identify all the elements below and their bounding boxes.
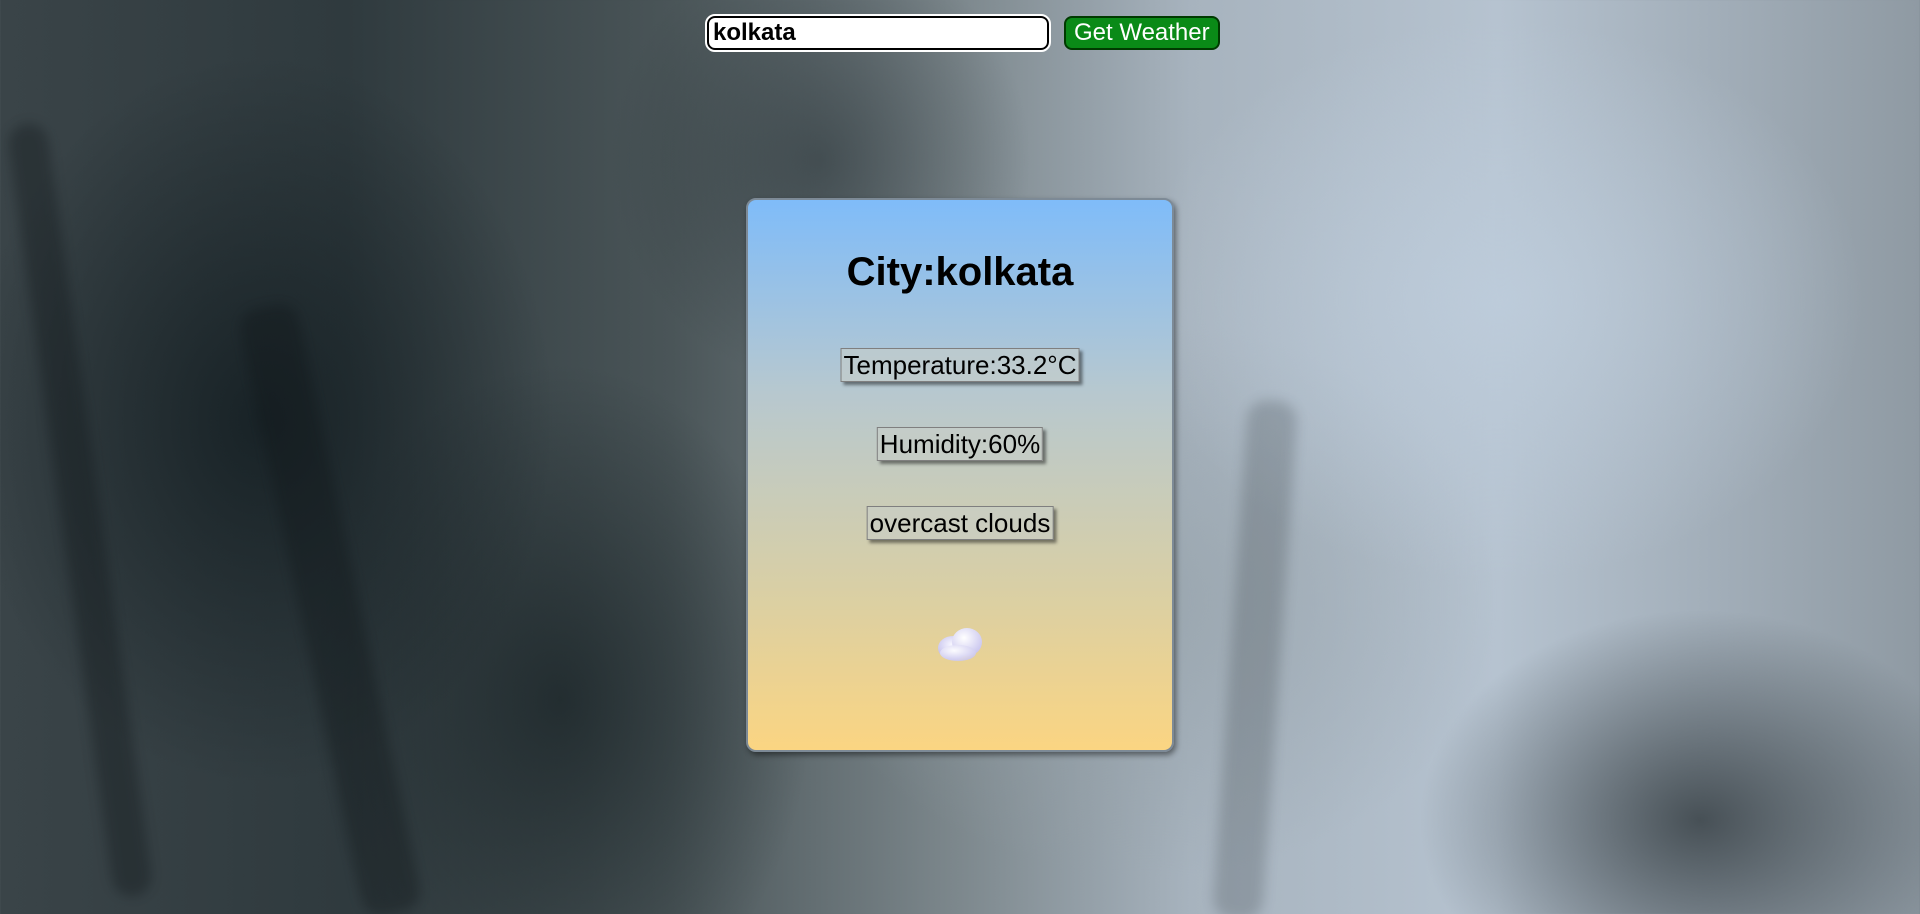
city-title: City:kolkata	[748, 250, 1172, 295]
background-streak	[5, 121, 155, 899]
get-weather-button[interactable]: Get Weather	[1064, 16, 1220, 50]
temperature-value: Temperature:33.2°C	[840, 348, 1080, 382]
background-streak	[236, 300, 424, 914]
city-name: kolkata	[935, 250, 1074, 294]
weather-description: overcast clouds	[866, 506, 1054, 540]
city-search-input[interactable]	[705, 14, 1051, 52]
overcast-clouds-icon	[938, 628, 982, 661]
city-label: City:	[846, 250, 936, 294]
background-streak	[1211, 398, 1299, 914]
weather-card: City:kolkata Temperature:33.2°C Humidity…	[746, 198, 1174, 752]
humidity-value: Humidity:60%	[876, 427, 1044, 461]
search-bar: Get Weather	[705, 14, 1220, 52]
